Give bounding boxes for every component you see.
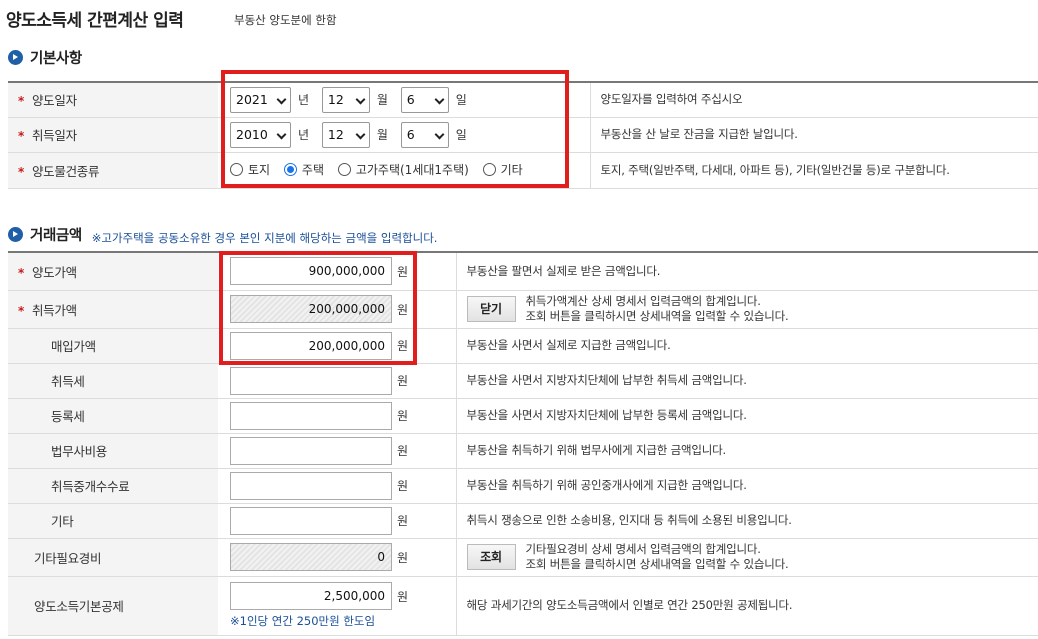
label-cell: * 양도일자 — [8, 81, 218, 118]
row-broker-fee: 취득중개수수료 원 부동산을 취득하기 위해 공인중개사에게 지급한 금액입니다… — [8, 468, 1038, 504]
description: 취득시 쟁송으로 인한 소송비용, 인지대 등 취득에 소용된 비용입니다. — [456, 503, 1038, 539]
description: 부동산을 사면서 지방자치단체에 납부한 취득세 금액입니다. — [456, 363, 1038, 399]
label: 취득가액 — [31, 302, 77, 318]
input-cell: 원 — [218, 363, 457, 399]
row-registration-tax: 등록세 원 부동산을 사면서 지방자치단체에 납부한 등록세 금액입니다. — [8, 398, 1038, 434]
description: 부동산을 팔면서 실제로 받은 금액입니다. — [456, 251, 1038, 291]
row-basic-deduction: 양도소득기본공제 2,500,000 원 ※1인당 연간 250만원 한도임 해당… — [8, 576, 1038, 636]
row-purchase-price: 매입가액 200,000,000 원 부동산을 사면서 실제로 지급한 금액입니다… — [8, 328, 1038, 364]
legal-fee-input[interactable] — [230, 436, 392, 465]
trade-amount-table: * 양도가액 900,000,000 원 부동산을 팔면서 실제로 받은 금액입니다… — [8, 251, 1038, 636]
label-cell: * 취득가액 — [8, 290, 218, 329]
other-input[interactable] — [230, 506, 392, 535]
won-unit: 원 — [397, 550, 409, 565]
label: 취득일자 — [31, 128, 77, 143]
label-cell: 취득중개수수료 — [8, 468, 218, 504]
description-line: 조회 버튼을 클릭하시면 상세내역을 입력할 수 있습니다. — [525, 557, 789, 571]
required-mark: * — [18, 94, 24, 109]
broker-fee-input[interactable] — [230, 471, 392, 500]
won-unit: 원 — [397, 374, 409, 388]
label-cell: 취득세 — [8, 363, 218, 399]
row-acquisition-tax: 취득세 원 부동산을 사면서 지방자치단체에 납부한 취득세 금액입니다. — [8, 363, 1038, 399]
row-acquisition-price: * 취득가액 200,000,000 원 닫기 취득가액계산 상세 명세서 입력금액의… — [8, 290, 1038, 329]
label-cell: * 양도가액 — [8, 251, 218, 291]
description: 양도일자를 입력하여 주십시오 — [590, 81, 1038, 118]
section-basic-header: 기본사항 — [8, 47, 82, 68]
highlight-box-dates — [221, 70, 569, 188]
section-note: ※고가주택을 공동소유한 경우 본인 지분에 해당하는 금액을 입력합니다. — [91, 231, 438, 245]
other-expenses-input: 0 — [230, 543, 392, 571]
required-mark: * — [18, 303, 24, 318]
label: 양도물건종류 — [31, 163, 100, 179]
row-other-expenses: 기타필요경비 0원 조회 기타필요경비 상세 명세서 입력금액의 합계입니다. 조회… — [8, 538, 1038, 577]
description: 부동산을 사면서 실제로 지급한 금액입니다. — [456, 328, 1038, 364]
label: 양도일자 — [31, 93, 77, 109]
input-cell: 원 — [218, 503, 457, 539]
close-button[interactable]: 닫기 — [466, 296, 516, 322]
registration-tax-input[interactable] — [230, 401, 392, 430]
deduction-hint: ※1인당 연간 250만원 한도임 — [230, 614, 376, 628]
row-transfer-price: * 양도가액 900,000,000 원 부동산을 팔면서 실제로 받은 금액입니다… — [8, 251, 1038, 291]
description-cell: 조회 기타필요경비 상세 명세서 입력금액의 합계입니다. 조회 버튼을 클릭하시면… — [456, 538, 1038, 577]
label-cell: 기타 — [8, 503, 218, 539]
won-unit: 원 — [397, 479, 409, 493]
input-cell: 원 — [218, 468, 457, 504]
required-mark: * — [18, 265, 24, 280]
description: 토지, 주택(일반주택, 다세대, 아파트 등), 기타(일반건물 등)로 구분… — [590, 152, 1038, 189]
required-mark: * — [18, 129, 24, 143]
highlight-box-prices — [219, 251, 417, 365]
description: 부동산을 취득하기 위해 법무사에게 지급한 금액입니다. — [456, 433, 1038, 469]
page-title: 양도소득세 간편계산 입력 — [6, 11, 184, 31]
input-cell: 원 — [218, 398, 457, 434]
won-unit: 원 — [397, 589, 409, 604]
label-cell: 법무사비용 — [8, 433, 218, 469]
section-title: 거래금액 — [30, 227, 82, 244]
label-cell: 등록세 — [8, 398, 218, 434]
label-cell: 기타필요경비 — [8, 538, 218, 577]
page-subtitle: 부동산 양도분에 한함 — [234, 13, 337, 27]
acquisition-tax-input[interactable] — [230, 366, 392, 395]
section-bullet-icon — [8, 226, 23, 242]
label-cell: 매입가액 — [8, 328, 218, 364]
lookup-button[interactable]: 조회 — [466, 544, 516, 570]
description: 부동산을 취득하기 위해 공인중개사에게 지급한 금액입니다. — [456, 468, 1038, 504]
description: 부동산을 산 날로 잔금을 지급한 날입니다. — [590, 117, 1038, 153]
description: 부동산을 사면서 지방자치단체에 납부한 등록세 금액입니다. — [456, 398, 1038, 434]
section-trade-header: 거래금액 ※고가주택을 공동소유한 경우 본인 지분에 해당하는 금액을 입력합… — [8, 222, 437, 246]
won-unit: 원 — [397, 409, 409, 423]
section-bullet-icon — [8, 50, 23, 65]
input-cell: 원 — [218, 433, 457, 469]
label-cell: 양도소득기본공제 — [8, 576, 218, 636]
input-cell: 0원 — [218, 538, 457, 577]
label-cell: * 취득일자 — [8, 117, 218, 153]
description-line: 기타필요경비 상세 명세서 입력금액의 합계입니다. — [525, 542, 761, 556]
row-legal-fee: 법무사비용 원 부동산을 취득하기 위해 법무사에게 지급한 금액입니다. — [8, 433, 1038, 469]
row-other: 기타 원 취득시 쟁송으로 인한 소송비용, 인지대 등 취득에 소용된 비용입… — [8, 503, 1038, 539]
label-cell: * 양도물건종류 — [8, 152, 218, 189]
won-unit: 원 — [397, 444, 409, 458]
label: 양도가액 — [31, 264, 77, 280]
description-cell: 닫기 취득가액계산 상세 명세서 입력금액의 합계입니다. 조회 버튼을 클릭하시면… — [456, 290, 1038, 329]
basic-deduction-input[interactable]: 2,500,000 — [230, 582, 392, 610]
input-cell: 2,500,000 원 ※1인당 연간 250만원 한도임 — [218, 576, 457, 636]
section-title: 기본사항 — [30, 51, 82, 67]
description-line: 취득가액계산 상세 명세서 입력금액의 합계입니다. — [525, 294, 761, 308]
description: 해당 과세기간의 양도소득금액에서 인별로 연간 250만원 공제됩니다. — [456, 576, 1038, 636]
won-unit: 원 — [397, 514, 409, 528]
description-line: 조회 버튼을 클릭하시면 상세내역을 입력할 수 있습니다. — [525, 309, 789, 323]
required-mark: * — [18, 164, 24, 179]
